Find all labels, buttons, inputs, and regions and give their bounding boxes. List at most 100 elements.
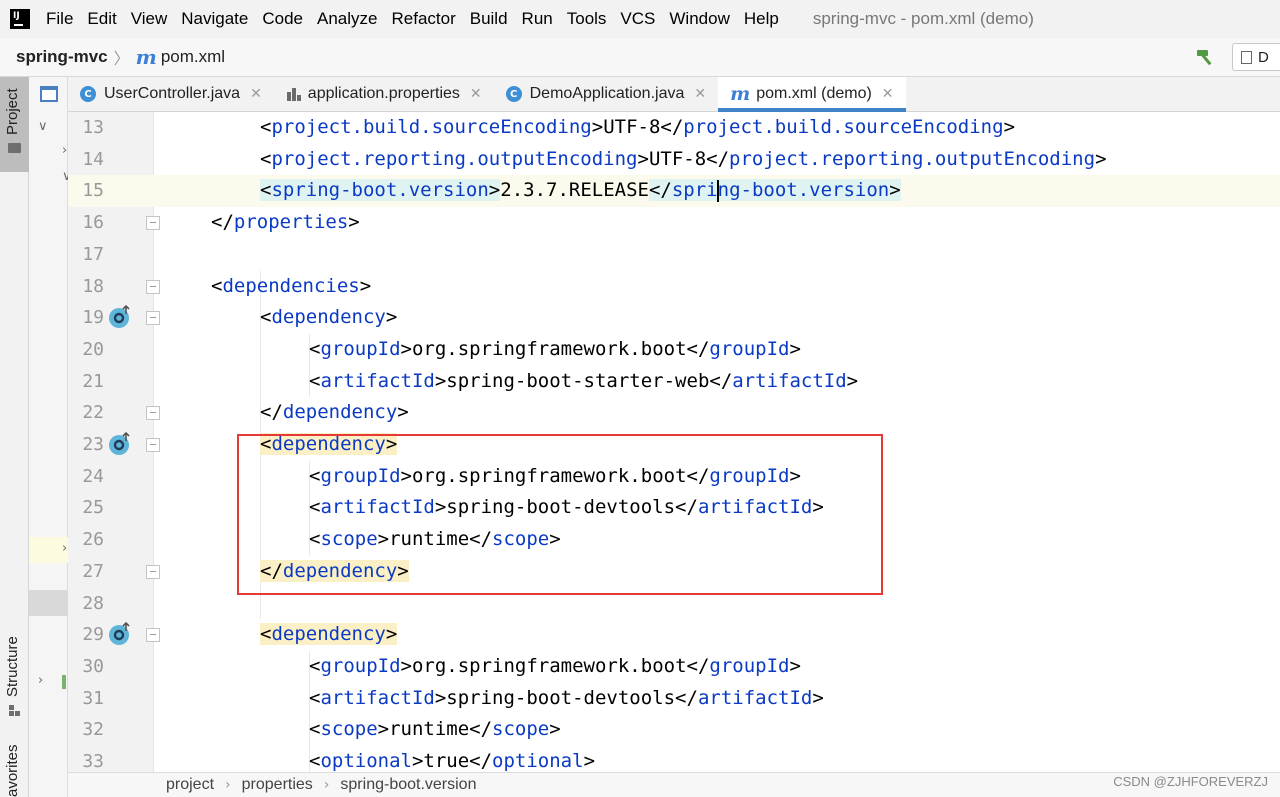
line-number: 31 — [82, 687, 104, 709]
line-number: 24 — [82, 465, 104, 487]
run-config-label: D — [1258, 48, 1269, 66]
structure-icon — [9, 705, 20, 716]
code-line[interactable]: 29 <dependency> — [68, 619, 1280, 651]
close-icon[interactable]: ✕ — [470, 86, 482, 102]
menu-vcs[interactable]: VCS — [620, 9, 655, 29]
maven-icon: m — [135, 45, 157, 69]
panel-layout-icon[interactable] — [40, 86, 58, 102]
code-line[interactable]: 21 <artifactId>spring-boot-starter-web</a… — [68, 366, 1280, 398]
menu-edit[interactable]: Edit — [87, 9, 116, 29]
project-tool-button[interactable]: Project — [0, 77, 29, 172]
chevron-right-icon[interactable]: › — [62, 143, 67, 158]
menu-view[interactable]: View — [131, 9, 168, 29]
tab-user-controller[interactable]: C UserController.java ✕ — [68, 77, 274, 111]
tab-label: application.properties — [307, 85, 460, 102]
fold-collapse-icon[interactable] — [146, 438, 160, 452]
chevron-down-icon[interactable]: ∨ — [38, 119, 48, 134]
config-file-icon — [1241, 50, 1252, 64]
code-line[interactable]: 18 <dependencies> — [68, 271, 1280, 303]
xml-breadcrumb-bar: project › properties › spring-boot.version — [68, 772, 1280, 797]
breadcrumb-separator-icon: › — [323, 777, 330, 793]
menu-navigate[interactable]: Navigate — [181, 9, 248, 29]
line-number: 20 — [82, 338, 104, 360]
code-line[interactable]: 20 <groupId>org.springframework.boot</gro… — [68, 334, 1280, 366]
code-line[interactable]: 33 <optional>true</optional> — [68, 746, 1280, 772]
structure-tool-label: Structure — [4, 636, 21, 697]
breadcrumb-file[interactable]: pom.xml — [161, 47, 225, 67]
fold-collapse-icon[interactable] — [146, 311, 160, 326]
code-editor[interactable]: 13 <project.build.sourceEncoding>UTF-8</p… — [68, 112, 1280, 772]
menu-help[interactable]: Help — [744, 9, 779, 29]
breadcrumb-project[interactable]: spring-mvc — [16, 47, 108, 67]
left-tool-strip: Project Structure avorites — [0, 77, 29, 797]
chevron-right-icon[interactable]: › — [62, 541, 67, 556]
menu-window[interactable]: Window — [669, 9, 729, 29]
chevron-right-icon[interactable]: › — [38, 673, 43, 688]
menu-tools[interactable]: Tools — [567, 9, 607, 29]
tab-pom-xml[interactable]: m pom.xml (demo) ✕ — [718, 77, 906, 112]
tab-application-properties[interactable]: application.properties ✕ — [274, 77, 494, 111]
tab-label: UserController.java — [104, 85, 241, 102]
xml-breadcrumb-item[interactable]: spring-boot.version — [340, 776, 476, 794]
menu-analyze[interactable]: Analyze — [317, 9, 377, 29]
project-panel: ∨ › ∨ › › — [29, 77, 72, 797]
line-number: 23 — [82, 434, 104, 455]
line-number: 13 — [82, 117, 104, 138]
tab-demo-application[interactable]: C DemoApplication.java ✕ — [494, 77, 718, 111]
line-number: 25 — [82, 497, 104, 519]
line-number: 22 — [82, 402, 104, 424]
menu-build[interactable]: Build — [470, 9, 508, 29]
code-line[interactable]: 13 <project.build.sourceEncoding>UTF-8</p… — [68, 112, 1280, 144]
xml-breadcrumb-item[interactable]: project — [166, 776, 214, 794]
fold-end-icon[interactable] — [146, 216, 160, 231]
code-text: <artifactId>spring-boot-starter-web</art… — [309, 369, 859, 392]
line-number: 28 — [82, 592, 104, 614]
menu-code[interactable]: Code — [262, 9, 303, 29]
project-tool-label: Project — [4, 88, 21, 135]
code-text: <optional>true</optional> — [309, 750, 596, 772]
code-text: <spring-boot.version>2.3.7.RELEASE</spri… — [260, 179, 901, 202]
line-number: 32 — [82, 719, 104, 741]
maven-icon: m — [730, 83, 751, 105]
line-number: 29 — [82, 624, 104, 646]
xml-breadcrumb-item[interactable]: properties — [242, 776, 313, 794]
code-text: <project.reporting.outputEncoding>UTF-8<… — [260, 147, 1107, 170]
line-number: 30 — [82, 655, 104, 677]
code-line[interactable]: 22 </dependency> — [68, 397, 1280, 429]
code-line[interactable]: 17 — [68, 239, 1280, 271]
maven-dependency-icon[interactable] — [108, 432, 132, 456]
navigation-bar: spring-mvc 〉 m pom.xml D — [0, 38, 1280, 77]
run-configuration-selector[interactable]: D — [1232, 43, 1280, 71]
code-text: <dependency> — [260, 306, 398, 329]
build-hammer-icon[interactable] — [1195, 48, 1217, 66]
code-line[interactable]: 31 <artifactId>spring-boot-devtools</arti… — [68, 683, 1280, 715]
code-line[interactable]: 14 <project.reporting.outputEncoding>UTF-… — [68, 144, 1280, 176]
menu-file[interactable]: File — [46, 9, 73, 29]
menu-refactor[interactable]: Refactor — [391, 9, 455, 29]
close-icon[interactable]: ✕ — [882, 86, 894, 102]
close-icon[interactable]: ✕ — [694, 86, 706, 102]
close-icon[interactable]: ✕ — [250, 86, 262, 102]
tree-row-selected[interactable] — [29, 590, 68, 616]
fold-end-icon[interactable] — [146, 406, 160, 421]
watermark: CSDN @ZJHFOREVERZJ — [1113, 774, 1268, 789]
code-line[interactable]: 15 <spring-boot.version>2.3.7.RELEASE</sp… — [68, 175, 1280, 208]
code-line[interactable]: 16 </properties> — [68, 207, 1280, 239]
maven-dependency-icon[interactable] — [108, 305, 132, 329]
line-number: 14 — [82, 148, 104, 170]
menu-run[interactable]: Run — [522, 9, 553, 29]
code-line[interactable]: 32 <scope>runtime</scope> — [68, 714, 1280, 746]
code-line[interactable]: 19 <dependency> — [68, 302, 1280, 334]
folder-icon — [8, 143, 21, 153]
code-text: <dependencies> — [211, 274, 372, 297]
code-line[interactable]: 30 <groupId>org.springframework.boot</gro… — [68, 651, 1280, 683]
fold-end-icon[interactable] — [146, 564, 160, 579]
line-number: 17 — [82, 243, 104, 265]
menu-bar: IJ File Edit View Navigate Code Analyze Refact… — [0, 0, 1280, 38]
maven-dependency-icon[interactable] — [108, 622, 132, 646]
line-number: 16 — [82, 212, 104, 234]
fold-collapse-icon[interactable] — [146, 628, 160, 643]
tab-label: DemoApplication.java — [529, 85, 685, 102]
fold-collapse-icon[interactable] — [146, 279, 160, 294]
code-text: <groupId>org.springframework.boot</group… — [309, 337, 801, 360]
